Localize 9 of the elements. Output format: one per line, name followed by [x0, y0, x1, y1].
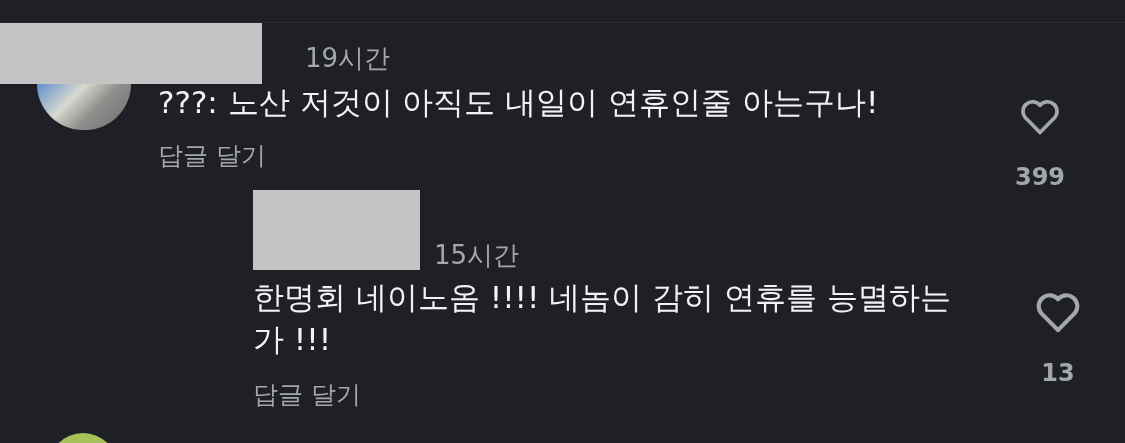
comment-text: ???: 노산 저것이 아직도 내일이 연휴인줄 아는구나! [158, 83, 880, 121]
heart-icon[interactable] [1035, 291, 1081, 333]
like-count: 13 [1041, 359, 1075, 387]
comment-time: 19시간 [305, 43, 391, 73]
comment-time: 15시간 [434, 240, 520, 270]
reply-link[interactable]: 답글 달기 [158, 141, 266, 171]
comment-text: 한명회 네이노옴 !!!! 네놈이 감히 연휴를 능멸하는가 !!! [253, 278, 952, 359]
reply-link[interactable]: 답글 달기 [253, 380, 361, 410]
like-count: 399 [1014, 163, 1066, 191]
